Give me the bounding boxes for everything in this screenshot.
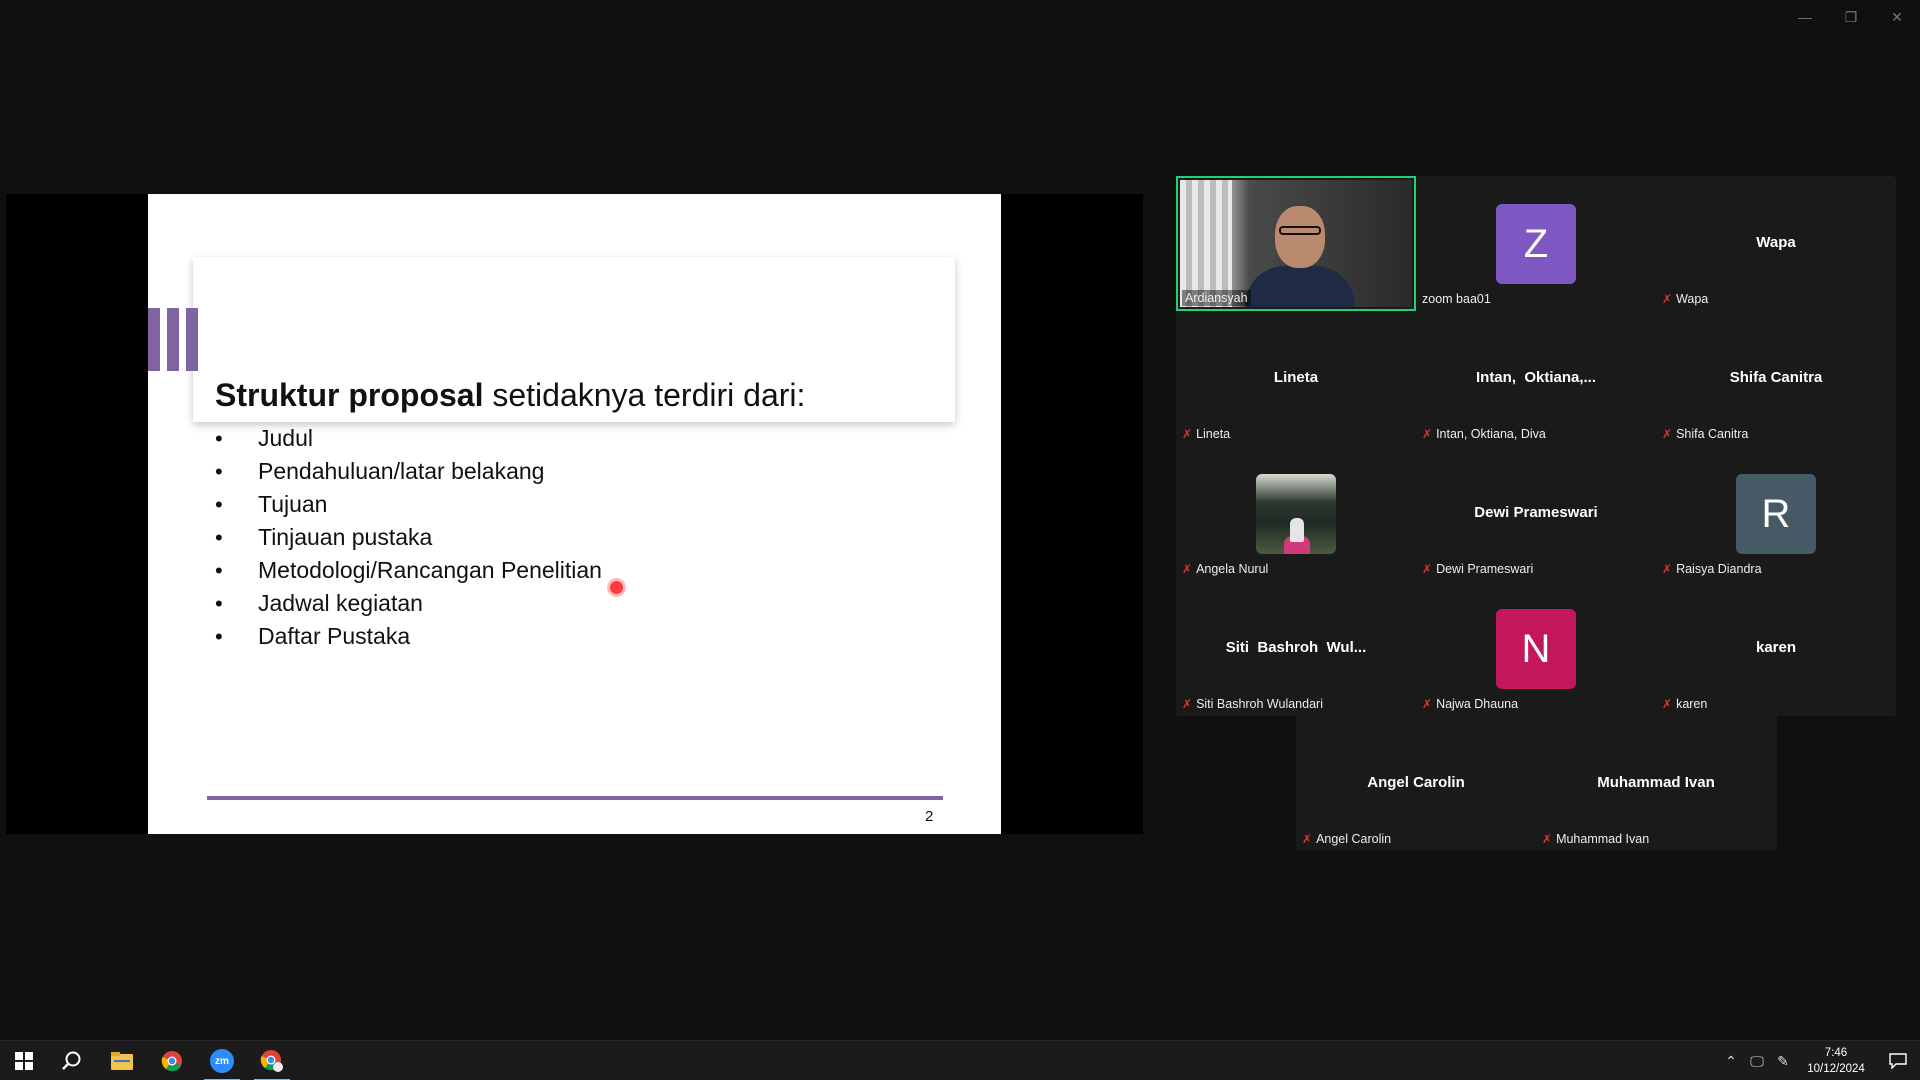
window-controls: — ❐ ✕ [1794, 6, 1908, 28]
slide-title: Struktur proposal setidaknya terdiri dar… [215, 377, 805, 414]
participant-display-name: Lineta [1273, 369, 1319, 386]
participant-name-label: zoom baa01 [1422, 292, 1491, 306]
bullet-item: • Tujuan [215, 491, 328, 517]
mic-muted-icon: ✗ [1662, 427, 1673, 441]
participant-photo [1256, 474, 1336, 554]
participant-name-label: Ardiansyah [1182, 290, 1251, 306]
participant-tile-raisya[interactable]: R ✗ Raisya Diandra [1656, 446, 1896, 581]
participant-name-label: ✗ Angela Nurul [1182, 562, 1269, 576]
laser-pointer [610, 581, 623, 594]
participant-display-name: karen [1755, 639, 1797, 656]
mic-muted-icon: ✗ [1422, 697, 1433, 711]
participant-name-label: ✗ Wapa [1662, 292, 1709, 306]
participant-name-label: ✗ karen [1662, 697, 1708, 711]
participant-tile-siti[interactable]: Siti Bashroh Wul... ✗ Siti Bashroh Wuland… [1176, 581, 1416, 716]
chevron-up-icon[interactable]: ⌃ [1718, 1053, 1744, 1070]
mic-muted-icon: ✗ [1182, 427, 1193, 441]
notification-icon[interactable] [1876, 1041, 1920, 1080]
mic-muted-icon: ✗ [1542, 832, 1553, 846]
clock-date: 10/12/2024 [1807, 1063, 1865, 1075]
participant-tile-muhammad-ivan[interactable]: Muhammad Ivan ✗ Muhammad Ivan [1536, 716, 1776, 851]
chrome-icon[interactable] [148, 1041, 196, 1080]
participant-display-name: Dewi Prameswari [1474, 504, 1598, 521]
pen-icon[interactable]: ✎ [1770, 1053, 1796, 1070]
mic-muted-icon: ✗ [1662, 292, 1673, 306]
bullet-item: • Pendahuluan/latar belakang [215, 458, 545, 484]
system-tray: ⌃ 🖵 ✎ 7:46 10/12/2024 [1718, 1041, 1920, 1080]
windows-taskbar: zm ⌃ 🖵 ✎ 7:46 10/12/2024 [0, 1040, 1920, 1080]
participant-tile-zoom-baa01[interactable]: Z zoom baa01 [1416, 176, 1656, 311]
zoom-icon[interactable]: zm [198, 1041, 246, 1080]
mic-muted-icon: ✗ [1422, 427, 1433, 441]
participant-display-name: Siti Bashroh Wul... [1225, 639, 1367, 656]
chrome-profile-icon[interactable] [248, 1041, 296, 1080]
participant-tile-ardiansyah[interactable]: Ardiansyah [1176, 176, 1416, 311]
mic-muted-icon: ✗ [1182, 562, 1193, 576]
start-icon[interactable] [0, 1041, 48, 1080]
participant-tile-karen[interactable]: karen ✗ karen [1656, 581, 1896, 716]
mic-muted-icon: ✗ [1422, 562, 1433, 576]
close-button[interactable]: ✕ [1886, 6, 1908, 28]
participant-name-label: ✗ Siti Bashroh Wulandari [1182, 697, 1323, 711]
participant-display-name: Muhammad Ivan [1597, 774, 1715, 791]
participant-video [1180, 180, 1412, 307]
bullet-item: • Metodologi/Rancangan Penelitian [215, 557, 602, 583]
participant-name-label: ✗ Lineta [1182, 427, 1231, 441]
participant-avatar: Z [1496, 204, 1576, 284]
participant-name-label: ✗ Raisya Diandra [1662, 562, 1762, 576]
participant-name-label: ✗ Najwa Dhauna [1422, 697, 1519, 711]
participant-tile-lineta[interactable]: Lineta ✗ Lineta [1176, 311, 1416, 446]
participant-name-label: ✗ Intan, Oktiana, Diva [1422, 427, 1546, 441]
participant-name-label: ✗ Muhammad Ivan [1542, 832, 1650, 846]
shared-screen: Struktur proposal setidaknya terdiri dar… [6, 194, 1143, 834]
mic-muted-icon: ✗ [1302, 832, 1313, 846]
participant-name-label: ✗ Dewi Prameswari [1422, 562, 1534, 576]
bullet-item: • Daftar Pustaka [215, 623, 411, 649]
participant-tile-angel-carolin[interactable]: Angel Carolin ✗ Angel Carolin [1296, 716, 1536, 851]
participant-display-name: Wapa [1756, 234, 1796, 251]
mic-muted-icon: ✗ [1662, 697, 1673, 711]
clock[interactable]: 7:46 10/12/2024 [1796, 1045, 1876, 1077]
participant-tile-dewi[interactable]: Dewi Prameswari ✗ Dewi Prameswari [1416, 446, 1656, 581]
slide-footer-line [207, 796, 943, 800]
slide-page-number: 2 [925, 808, 934, 825]
mic-muted-icon: ✗ [1182, 697, 1193, 711]
clock-time: 7:46 [1824, 1047, 1848, 1059]
slide-title-bold: Struktur proposal [215, 377, 484, 413]
participant-avatar: N [1496, 609, 1576, 689]
network-icon[interactable]: 🖵 [1744, 1053, 1770, 1070]
search-icon[interactable] [48, 1041, 96, 1080]
minimize-button[interactable]: — [1794, 6, 1816, 28]
file-explorer-icon[interactable] [98, 1041, 146, 1080]
presentation-slide: Struktur proposal setidaknya terdiri dar… [148, 194, 1001, 834]
bullet-item: • Judul [215, 425, 313, 451]
bullet-item: • Jadwal kegiatan [215, 590, 423, 616]
participant-avatar: R [1736, 474, 1816, 554]
participant-display-name: Intan, Oktiana,... [1475, 369, 1597, 386]
participant-name-label: ✗ Angel Carolin [1302, 832, 1392, 846]
participant-tile-shifa[interactable]: Shifa Canitra ✗ Shifa Canitra [1656, 311, 1896, 446]
bullet-item: • Tinjauan pustaka [215, 524, 433, 550]
participant-display-name: Angel Carolin [1367, 774, 1465, 791]
participant-tile-intan[interactable]: Intan, Oktiana,... ✗ Intan, Oktiana, Diva [1416, 311, 1656, 446]
slide-bullet-list: • Judul • Pendahuluan/latar belakang • Tuju… [215, 422, 602, 653]
participant-tile-najwa[interactable]: N ✗ Najwa Dhauna [1416, 581, 1656, 716]
slide-decoration [148, 308, 198, 371]
participant-name-label: ✗ Shifa Canitra [1662, 427, 1749, 441]
participant-tile-angela[interactable]: ✗ Angela Nurul [1176, 446, 1416, 581]
slide-title-rest: setidaknya terdiri dari: [483, 377, 806, 413]
mic-muted-icon: ✗ [1662, 562, 1673, 576]
participant-tile-wapa[interactable]: Wapa ✗ Wapa [1656, 176, 1896, 311]
restore-button[interactable]: ❐ [1840, 6, 1862, 28]
participant-display-name: Shifa Canitra [1729, 369, 1823, 386]
